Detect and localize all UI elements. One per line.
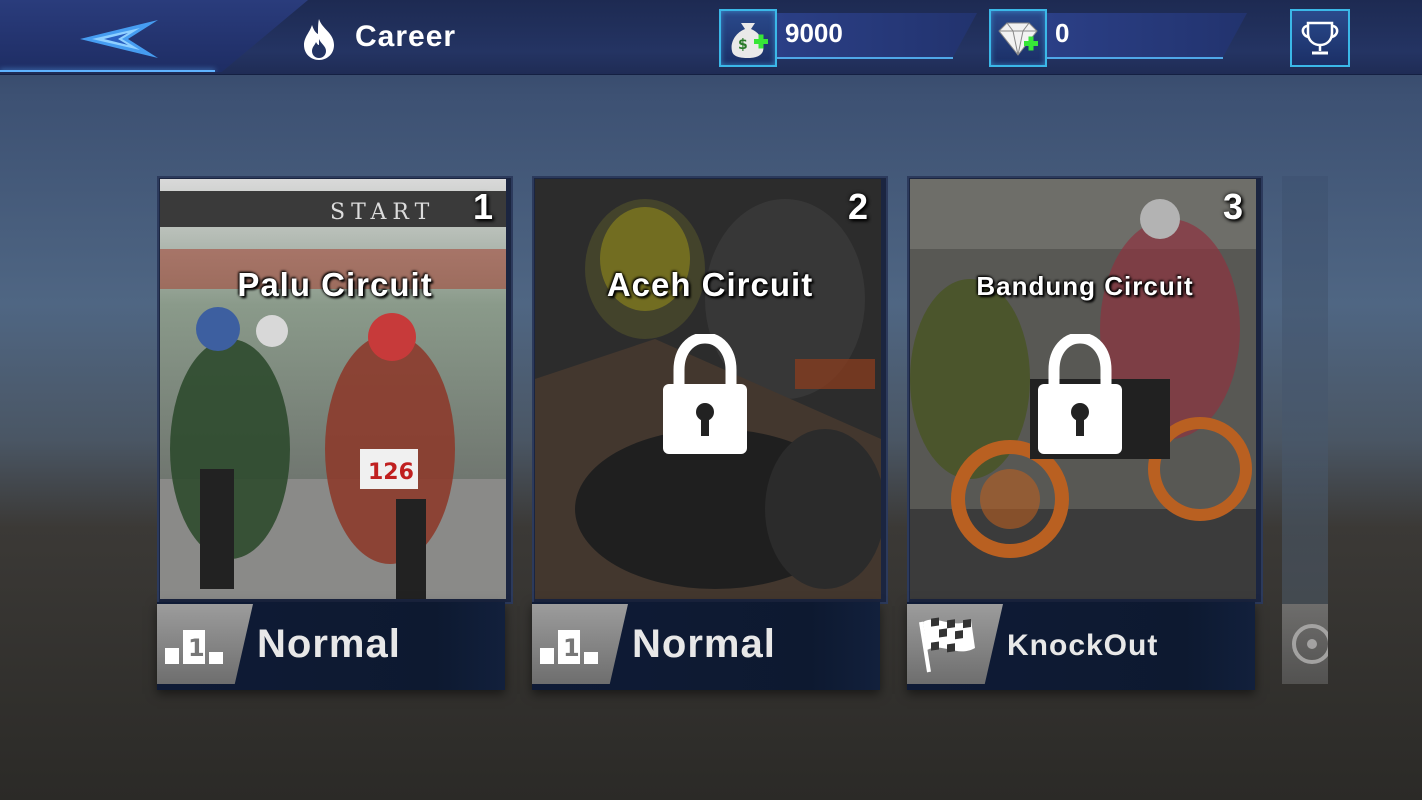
circuit-card-bandung[interactable]: 3 Bandung Circuit KnockOut [907, 176, 1263, 706]
circuit-number: 3 [1222, 186, 1243, 227]
svg-text:126: 126 [368, 460, 414, 485]
podium-icon: 1 [165, 630, 223, 664]
podium-icon: 1 [540, 630, 598, 664]
steering-wheel-icon [1292, 624, 1328, 664]
circuit-name: Bandung Circuit [976, 271, 1194, 301]
circuit-number: 1 [472, 186, 493, 227]
lock-icon [1038, 334, 1122, 454]
svg-text:1: 1 [188, 634, 205, 662]
top-bar: Career $ 9000 0 [0, 0, 1422, 75]
circuit-name: Aceh Circuit [606, 266, 814, 303]
back-arrow-icon [80, 20, 158, 58]
game-mode-label: KnockOut [1007, 629, 1159, 662]
svg-text:$: $ [738, 37, 748, 53]
flame-icon [304, 19, 334, 60]
money-value: 9000 [785, 18, 843, 48]
game-mode-label: Normal [632, 622, 776, 666]
circuit-card-next-partial[interactable] [1282, 176, 1328, 688]
circuit-number: 2 [847, 186, 868, 227]
circuit-card-aceh[interactable]: 2 Aceh Circuit 1 Normal [532, 176, 888, 706]
game-mode-label: Normal [257, 622, 401, 666]
circuit-card-palu[interactable]: START 126 1 Palu Circuit 1 Normal [157, 176, 513, 706]
money-bag-icon: $ [731, 23, 768, 58]
trophy-icon [1301, 21, 1339, 55]
back-button[interactable] [78, 18, 160, 60]
diamond-icon [998, 22, 1038, 56]
circuit-name: Palu Circuit [237, 266, 433, 303]
checkered-flag-icon [919, 617, 975, 673]
add-money-button[interactable]: $ [719, 9, 777, 67]
svg-text:1: 1 [563, 634, 580, 662]
lock-icon [663, 334, 747, 454]
money-counter: $ 9000 [719, 9, 989, 67]
gems-value: 0 [1055, 18, 1070, 48]
page-title: Career [355, 20, 457, 53]
add-gems-button[interactable] [989, 9, 1047, 67]
trophy-button[interactable] [1290, 9, 1350, 67]
circuit-photo: START 126 [160, 179, 506, 599]
svg-text:START: START [330, 200, 435, 225]
gems-counter: 0 [989, 9, 1259, 67]
